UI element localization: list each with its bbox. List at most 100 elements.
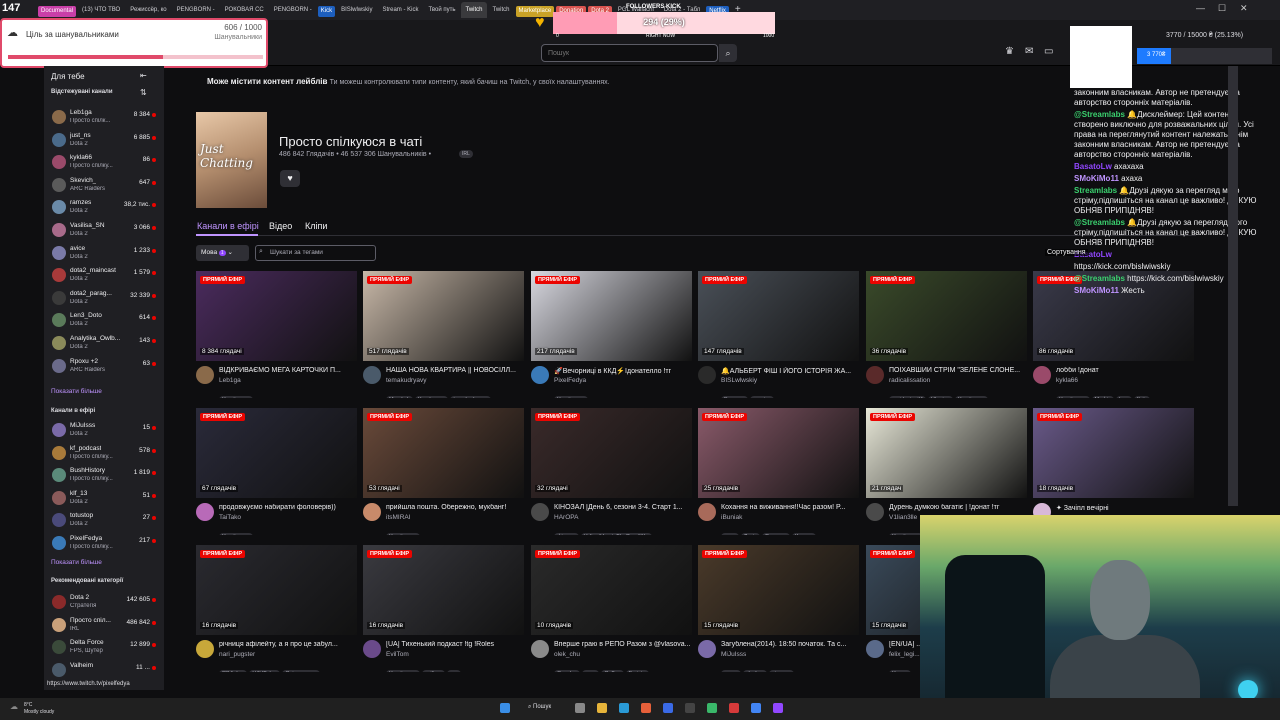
browser-tab[interactable]: PENGBORN - bbox=[270, 2, 316, 18]
stream-tag[interactable]: rpg bbox=[446, 670, 461, 672]
stream-card[interactable]: ПРЯМИЙ ЕФІР 8 384 глядачі ВІДКРИВАЄМО МЕГА… bbox=[196, 271, 357, 406]
stream-title[interactable]: Загублена(2014). 18:50 початок. Та с... bbox=[721, 641, 859, 648]
browser-tab[interactable]: (13) ЧТО ТВО bbox=[78, 2, 124, 18]
sidebar-channel[interactable]: Leb1ga Просто спілк... 8 384 bbox=[44, 107, 164, 129]
stream-card[interactable]: ПРЯМИЙ ЕФІР 16 глядачів [UA] Тихенький под… bbox=[363, 545, 524, 680]
streamer-avatar[interactable] bbox=[866, 366, 884, 384]
streamer-name[interactable]: radicalissation bbox=[889, 377, 930, 384]
minimize-button[interactable]: — bbox=[1196, 3, 1205, 13]
stream-tag[interactable]: Укра... bbox=[889, 670, 912, 672]
streamer-name[interactable]: nari_pugster bbox=[219, 651, 255, 658]
sidebar-channel[interactable]: Delta Force FPS, Шутер 12 899 bbox=[44, 637, 164, 659]
show-more-followed[interactable]: Показати більше bbox=[51, 388, 102, 395]
app-icon-2[interactable] bbox=[729, 703, 739, 713]
streamer-name[interactable]: PixelFedya bbox=[554, 377, 586, 384]
stream-thumbnail[interactable]: ПРЯМИЙ ЕФІР 8 384 глядачі bbox=[196, 271, 357, 361]
streamer-name[interactable]: temakudryavy bbox=[386, 377, 426, 384]
streamer-avatar[interactable] bbox=[698, 640, 716, 658]
stream-title[interactable]: [UA] Тихенький подкаст !tg !Roles bbox=[386, 641, 524, 648]
sidebar-channel[interactable]: ramzes Dota 2 38,2 тис. bbox=[44, 197, 164, 219]
sidebar-channel[interactable]: Vasilisa_SN Dota 2 3 066 bbox=[44, 220, 164, 242]
streamer-name[interactable]: V1lian3lle bbox=[889, 514, 917, 521]
stream-tag[interactable]: Українська bbox=[386, 670, 420, 672]
streamer-avatar[interactable] bbox=[866, 503, 884, 521]
stream-title[interactable]: річниця афілейту, а я про це забул... bbox=[219, 641, 357, 648]
show-more-live[interactable]: Показати більше bbox=[51, 559, 102, 566]
stream-card[interactable]: ПРЯМИЙ ЕФІР 517 глядачів НАША НОВА КВАРТИР… bbox=[363, 271, 524, 406]
sidebar-channel[interactable]: Skevich_ ARC Raiders 647 bbox=[44, 175, 164, 197]
stream-card[interactable]: ПРЯМИЙ ЕФІР 15 глядачів Загублена(2014). 1… bbox=[698, 545, 859, 680]
obs-icon[interactable] bbox=[685, 703, 695, 713]
maximize-button[interactable]: ☐ bbox=[1218, 3, 1226, 14]
firefox-icon[interactable] bbox=[641, 703, 651, 713]
store-icon[interactable] bbox=[663, 703, 673, 713]
sidebar-channel[interactable]: Valheim 11 ... bbox=[44, 660, 164, 682]
sidebar-channel[interactable]: Len3_Doto Dota 2 614 bbox=[44, 310, 164, 332]
streamer-avatar[interactable] bbox=[698, 366, 716, 384]
chat-username[interactable]: SMoKiMo11 bbox=[1074, 174, 1119, 183]
browser-tab[interactable]: Documental bbox=[38, 5, 77, 17]
stream-tag[interactable]: UAVTuber bbox=[249, 670, 281, 672]
stream-tag[interactable]: Українська bbox=[414, 396, 449, 398]
stream-tag[interactable]: ValiantHeartsTheGreatWar bbox=[580, 533, 653, 535]
stream-tag[interactable]: chating bbox=[742, 670, 767, 672]
stream-thumbnail[interactable]: ПРЯМИЙ ЕФІР 10 глядачів bbox=[531, 545, 692, 635]
sidebar-channel[interactable]: Просто спіл... IRL 486 842 bbox=[44, 615, 164, 637]
stream-title[interactable]: продовжуємо набирати фоловерів)) bbox=[219, 504, 357, 511]
task-view-icon[interactable] bbox=[575, 703, 585, 713]
file-explorer-icon[interactable] bbox=[597, 703, 607, 713]
tab-clips[interactable]: Кліпи bbox=[305, 221, 327, 231]
stream-tag[interactable]: residentevil4 bbox=[889, 396, 926, 398]
stream-card[interactable]: ПРЯМИЙ ЕФІР 16 глядачів річниця афілейту, … bbox=[196, 545, 357, 680]
stream-thumbnail[interactable]: ПРЯМИЙ ЕФІР 16 глядачів bbox=[196, 545, 357, 635]
prime-icon[interactable]: ♛ bbox=[1005, 46, 1014, 57]
streamer-avatar[interactable] bbox=[196, 366, 214, 384]
streamer-avatar[interactable] bbox=[866, 640, 884, 658]
stream-card[interactable]: ПРЯМИЙ ЕФІР 36 глядачів ПОЇХАВШИЙ СТРІМ "З… bbox=[866, 271, 1027, 406]
chat-username[interactable]: BasatoLw bbox=[1074, 162, 1112, 171]
streamer-avatar[interactable] bbox=[698, 503, 716, 521]
sort-label[interactable]: Сортування bbox=[1045, 249, 1088, 256]
sidebar-channel[interactable]: totustop Dota 2 27 bbox=[44, 510, 164, 532]
stream-card[interactable]: ПРЯМИЙ ЕФІР 25 глядачів Кохання на виживан… bbox=[698, 408, 859, 543]
streamer-avatar[interactable] bbox=[531, 366, 549, 384]
search-button[interactable]: ⌕ bbox=[719, 44, 737, 62]
stream-thumbnail[interactable]: ПРЯМИЙ ЕФІР 217 глядачів bbox=[531, 271, 692, 361]
streamer-name[interactable]: olek_chu bbox=[554, 651, 580, 658]
sidebar-channel[interactable]: Rpoxu +2 ARC Raiders 63 bbox=[44, 356, 164, 378]
stream-tag[interactable]: Спілкування bbox=[282, 670, 320, 672]
stream-tag[interactable]: Розмови bbox=[762, 533, 790, 535]
stream-title[interactable]: 🔔АЛЬБЕРТ ФІШ І ЙОГО ІСТОРІЯ ЖА... bbox=[721, 367, 859, 375]
chat-username[interactable]: Streamlabs bbox=[1074, 186, 1117, 195]
browser-tab[interactable]: Twitch bbox=[489, 2, 514, 18]
streamer-avatar[interactable] bbox=[196, 640, 214, 658]
stream-thumbnail[interactable]: ПРЯМИЙ ЕФІР 67 глядачів bbox=[196, 408, 357, 498]
language-filter[interactable]: Мова 1 ⌄ bbox=[196, 245, 249, 261]
stream-tag[interactable]: Ветеран bbox=[721, 396, 749, 398]
stream-card[interactable]: ПРЯМИЙ ЕФІР 147 глядачів 🔔АЛЬБЕРТ ФІШ І ЙО… bbox=[698, 271, 859, 406]
streamer-name[interactable]: felix_legi... bbox=[889, 651, 920, 658]
stream-card[interactable]: ПРЯМИЙ ЕФІР 53 глядачі прийшла пошта. Обер… bbox=[363, 408, 524, 543]
browser-tab[interactable]: Twitch bbox=[461, 2, 487, 18]
stream-tag[interactable]: MaryLvk bbox=[386, 396, 413, 398]
streamer-avatar[interactable] bbox=[531, 503, 549, 521]
streamer-name[interactable]: iBuniak bbox=[721, 514, 742, 521]
sidebar-channel[interactable]: just_ns Dota 2 6 885 bbox=[44, 130, 164, 152]
stream-tag[interactable]: фільми bbox=[554, 533, 579, 535]
sidebar-channel[interactable]: Dota 2 Стратегія 142 605 bbox=[44, 592, 164, 614]
stream-tag[interactable]: 20Vtuber bbox=[219, 670, 248, 672]
whispers-icon[interactable]: ▭ bbox=[1044, 46, 1053, 57]
sidebar-channel[interactable]: kykla66 Просто спілку... 86 bbox=[44, 152, 164, 174]
collapse-sidebar-icon[interactable]: ⇤ bbox=[140, 71, 147, 80]
stream-thumbnail[interactable]: ПРЯМИЙ ЕФІР 21 глядач bbox=[866, 408, 1027, 498]
stream-title[interactable]: НАША НОВА КВАРТИРА || НОВОСІЛЛ... bbox=[386, 367, 524, 374]
stream-card[interactable]: ПРЯМИЙ ЕФІР 32 глядачі КІНОЗАЛ [День 6, се… bbox=[531, 408, 692, 543]
stream-tag[interactable]: Cosplay bbox=[554, 670, 580, 672]
close-window-button[interactable]: ✕ bbox=[1240, 3, 1248, 14]
stream-title[interactable]: ВІДКРИВАЄМО МЕГА КАРТОЧКИ П... bbox=[219, 367, 357, 374]
streamer-name[interactable]: Leb1ga bbox=[219, 377, 241, 384]
stream-title[interactable]: Дурень думкою багатіє | !донат !тг bbox=[889, 504, 1027, 511]
streamer-avatar[interactable] bbox=[363, 366, 381, 384]
sidebar-channel[interactable]: PixelFedya Просто спілку... 217 bbox=[44, 533, 164, 555]
stream-title[interactable]: КІНОЗАЛ [День 6, сезони 3-4. Старт 1... bbox=[554, 504, 692, 511]
